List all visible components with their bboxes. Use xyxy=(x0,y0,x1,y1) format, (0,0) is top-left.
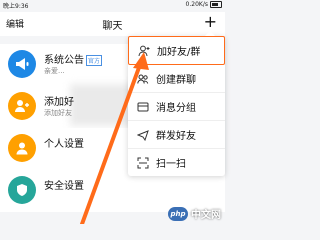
menu-item-broadcast-friends[interactable]: 群发好友 xyxy=(128,121,225,149)
list-item-title: 系统公告 xyxy=(44,55,84,66)
scan-icon xyxy=(136,156,150,170)
battery-icon xyxy=(210,1,222,8)
menu-item-label: 消息分组 xyxy=(156,103,196,114)
shield-icon xyxy=(8,176,36,204)
list-item-title: 添加好 xyxy=(44,97,74,108)
menu-item-scan[interactable]: 扫一扫 xyxy=(128,149,225,176)
menu-item-message-groups[interactable]: 消息分组 xyxy=(128,93,225,121)
menu-item-label: 扫一扫 xyxy=(156,159,186,170)
list-item-subtitle: 添加好友 xyxy=(44,109,72,117)
menu-item-label: 加好友/群 xyxy=(157,47,201,58)
menu-item-label: 创建群聊 xyxy=(156,75,196,86)
broadcast-icon xyxy=(136,128,150,142)
status-bar: 晚上9:36 0.20K/s xyxy=(0,0,225,10)
add-user-icon xyxy=(8,92,36,120)
list-item-title: 个人设置 xyxy=(44,139,84,150)
status-time: 晚上9:36 xyxy=(3,3,29,10)
user-icon xyxy=(8,134,36,162)
official-badge: 官方 xyxy=(86,54,103,66)
menu-item-label: 群发好友 xyxy=(156,131,196,142)
watermark: php 中文网 xyxy=(168,206,221,221)
list-item-subtitle: 亲爱... xyxy=(44,67,65,75)
menu-item-create-group[interactable]: 创建群聊 xyxy=(128,65,225,93)
folder-icon xyxy=(136,100,150,114)
megaphone-icon xyxy=(8,50,36,78)
plus-button[interactable]: + xyxy=(204,12,217,32)
menu-item-add-friend-group[interactable]: 加好友/群 xyxy=(128,36,225,65)
php-logo: php xyxy=(168,206,188,221)
group-chat-icon xyxy=(136,72,150,86)
header-bar: 编辑 聊天 + xyxy=(0,12,225,36)
page-title: 聊天 xyxy=(102,21,123,32)
popup-menu: 加好友/群 创建群聊 消息分组 群发好友 扫一扫 xyxy=(128,31,225,176)
list-item-title: 安全设置 xyxy=(44,181,84,192)
network-speed: 0.20K/s xyxy=(185,1,208,8)
watermark-text: 中文网 xyxy=(191,210,221,221)
add-contact-icon xyxy=(137,44,151,58)
